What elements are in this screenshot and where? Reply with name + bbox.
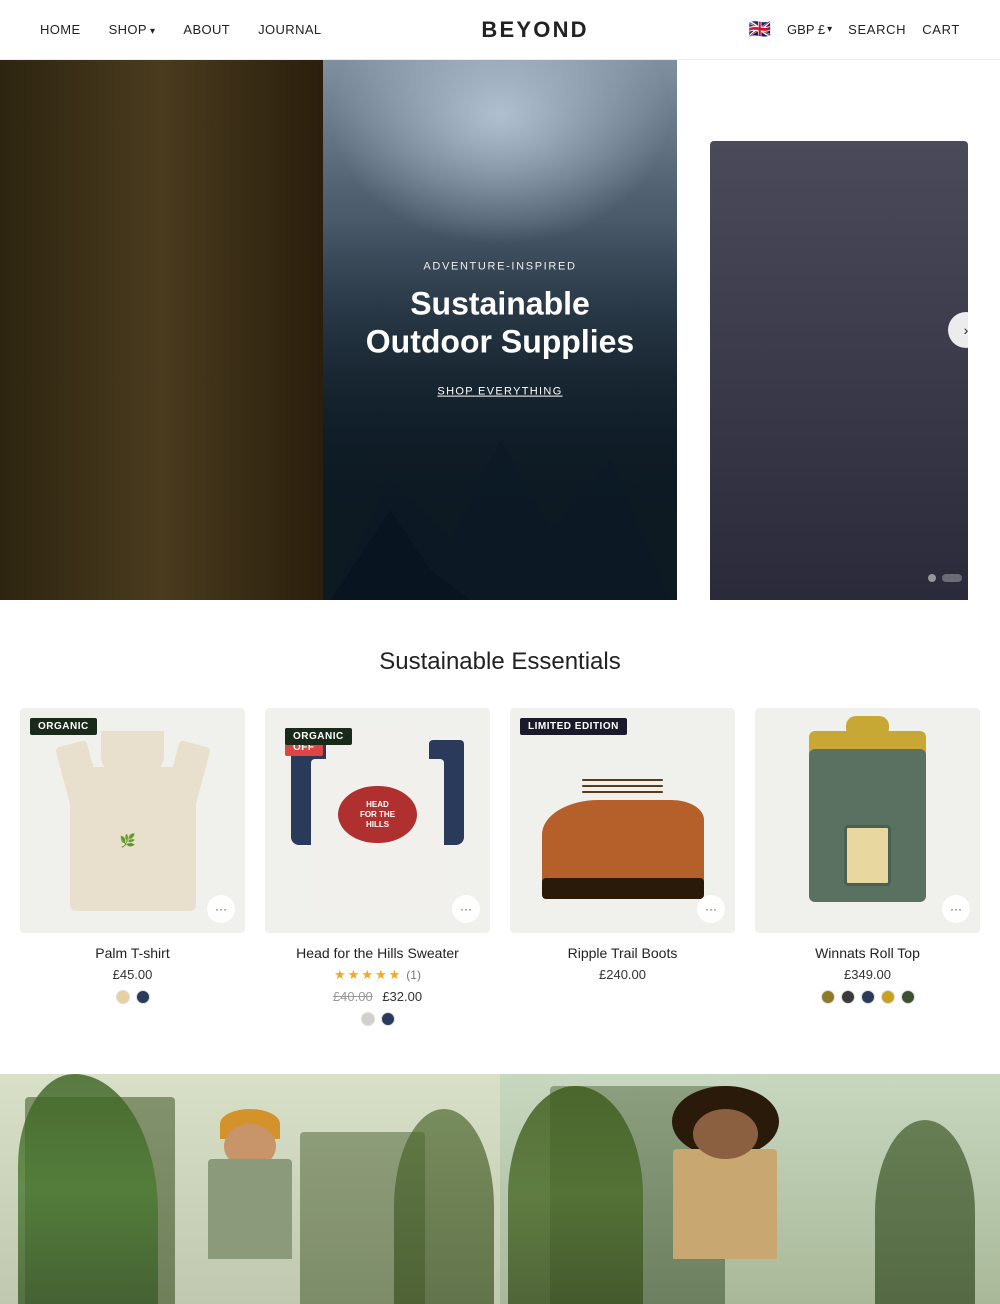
product-options-boots[interactable]: ··· — [697, 895, 725, 923]
currency-selector[interactable]: GBP £ ▾ — [787, 22, 832, 37]
original-price-sweater: £40.00 — [333, 989, 373, 1004]
product-image-boots: LIMITED EDITION — [510, 708, 735, 933]
product-card-boots[interactable]: LIMITED EDITION — [510, 708, 735, 1026]
hero-subtitle: ADVENTURE-INSPIRED — [360, 261, 640, 273]
product-colors-tshirt — [20, 990, 245, 1004]
color-swatch[interactable] — [361, 1012, 375, 1026]
mountain-svg — [323, 400, 678, 600]
nav-journal[interactable]: JOURNAL — [258, 22, 321, 37]
nav-home[interactable]: HOME — [40, 22, 81, 37]
plants-left — [0, 1074, 175, 1304]
carousel-dot-2[interactable] — [942, 574, 962, 582]
tshirt-logo-icon: 🌿 — [120, 833, 136, 853]
shop-dropdown-icon: ▾ — [150, 26, 155, 37]
hero-panel-left — [0, 60, 323, 600]
product-image-sweater: 20% OFF ORGANIC HEADFOR THEHILLS ··· — [265, 708, 490, 933]
product-price-boots: £240.00 — [510, 967, 735, 982]
nav-right: 🇬🇧 GBP £ ▾ SEARCH CART — [749, 19, 960, 40]
carousel-dots — [928, 574, 976, 582]
bottom-banner-right[interactable] — [500, 1074, 1000, 1304]
product-colors-sweater — [265, 1012, 490, 1026]
nav-left: HOME SHOP▾ ABOUT JOURNAL — [40, 22, 322, 37]
star-2: ★ — [348, 967, 360, 983]
sale-price-sweater: £32.00 — [382, 989, 422, 1004]
hero-section: ADVENTURE-INSPIRED Sustainable Outdoor S… — [0, 60, 1000, 600]
head — [693, 1109, 758, 1159]
product-name-sweater: Head for the Hills Sweater — [265, 945, 490, 961]
products-section-title: Sustainable Essentials — [0, 648, 1000, 676]
carousel-dot-3[interactable] — [968, 574, 976, 582]
product-name-backpack: Winnats Roll Top — [755, 945, 980, 961]
hero-title: Sustainable Outdoor Supplies — [360, 285, 640, 362]
product-options-backpack[interactable]: ··· — [942, 895, 970, 923]
product-card-backpack[interactable]: ··· Winnats Roll Top £349.00 — [755, 708, 980, 1026]
color-swatch[interactable] — [841, 990, 855, 1004]
currency-chevron-icon: ▾ — [827, 24, 832, 35]
products-grid: ORGANIC 🌿 ··· Palm T-shirt £45.00 — [0, 708, 1000, 1026]
product-image-backpack: ··· — [755, 708, 980, 933]
product-price-tshirt: £45.00 — [20, 967, 245, 982]
person-right — [660, 1094, 790, 1304]
backpack-image — [794, 731, 940, 911]
product-colors-backpack — [755, 990, 980, 1004]
carousel-dot-1[interactable] — [928, 574, 936, 582]
carousel-next-button[interactable]: › — [948, 312, 984, 348]
product-price-sweater: £40.00 £32.00 — [265, 989, 490, 1004]
star-5: ★ — [389, 967, 401, 983]
hero-text-overlay: ADVENTURE-INSPIRED Sustainable Outdoor S… — [360, 261, 640, 400]
star-1: ★ — [334, 967, 346, 983]
product-stars-sweater: ★ ★ ★ ★ ★ (1) — [265, 967, 490, 983]
hero-cta[interactable]: SHOP EVERYTHING — [437, 385, 562, 397]
badge-limited-boots: LIMITED EDITION — [520, 718, 627, 735]
search-link[interactable]: SEARCH — [848, 22, 906, 37]
product-card-sweater[interactable]: 20% OFF ORGANIC HEADFOR THEHILLS ··· Hea… — [265, 708, 490, 1026]
tshirt-image: 🌿 — [54, 731, 212, 911]
nav-shop[interactable]: SHOP▾ — [109, 22, 156, 37]
color-swatch[interactable] — [381, 1012, 395, 1026]
color-swatch[interactable] — [861, 990, 875, 1004]
bottom-banners — [0, 1074, 1000, 1304]
sweater-logo: HEADFOR THEHILLS — [338, 786, 417, 843]
flag-icon: 🇬🇧 — [749, 19, 771, 40]
star-3: ★ — [361, 967, 373, 983]
boots-image — [533, 742, 713, 900]
color-swatch[interactable] — [881, 990, 895, 1004]
product-price-backpack: £349.00 — [755, 967, 980, 982]
product-image-tshirt: ORGANIC 🌿 ··· — [20, 708, 245, 933]
color-swatch[interactable] — [821, 990, 835, 1004]
badge-organic-sweater: ORGANIC — [285, 728, 352, 745]
navigation: HOME SHOP▾ ABOUT JOURNAL BEYOND 🇬🇧 GBP £… — [0, 0, 1000, 60]
hero-panel-center: ADVENTURE-INSPIRED Sustainable Outdoor S… — [323, 60, 678, 600]
cart-link[interactable]: CART — [922, 22, 960, 37]
review-count-sweater: (1) — [406, 968, 421, 982]
product-options-tshirt[interactable]: ··· — [207, 895, 235, 923]
plants-left-r — [500, 1074, 650, 1304]
star-4: ★ — [375, 967, 387, 983]
color-swatch[interactable] — [116, 990, 130, 1004]
bottom-banner-left[interactable] — [0, 1074, 500, 1304]
plants-right-r — [875, 1074, 975, 1304]
plants-right — [375, 1074, 500, 1304]
body — [208, 1159, 292, 1259]
nav-about[interactable]: ABOUT — [183, 22, 230, 37]
product-card-palm-tshirt[interactable]: ORGANIC 🌿 ··· Palm T-shirt £45.00 — [20, 708, 245, 1026]
body — [673, 1149, 777, 1259]
products-section: Sustainable Essentials ORGANIC 🌿 ··· Pal… — [0, 648, 1000, 1026]
color-swatch[interactable] — [136, 990, 150, 1004]
product-name-boots: Ripple Trail Boots — [510, 945, 735, 961]
product-options-sweater[interactable]: ··· — [452, 895, 480, 923]
badge-organic-tshirt: ORGANIC — [30, 718, 97, 735]
product-name-tshirt: Palm T-shirt — [20, 945, 245, 961]
color-swatch[interactable] — [901, 990, 915, 1004]
person-left — [190, 1104, 310, 1304]
site-logo: BEYOND — [481, 17, 588, 43]
